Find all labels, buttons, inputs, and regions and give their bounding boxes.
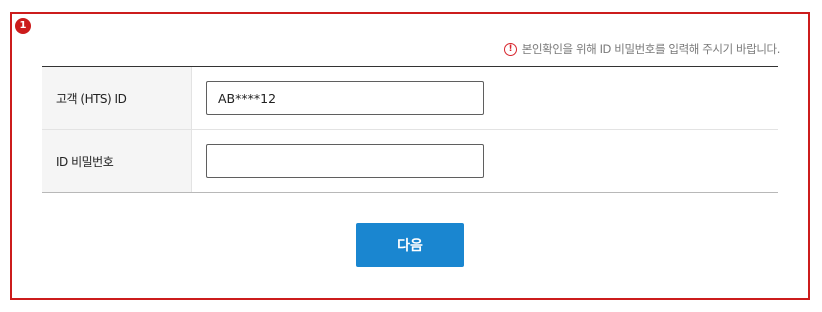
customer-id-input[interactable] [206,81,484,115]
notice-text: 본인확인을 위해 ID 비밀번호를 입력해 주시기 바랍니다. [521,42,781,56]
customer-id-label: 고객 (HTS) ID [42,67,192,129]
verification-notice: ! 본인확인을 위해 ID 비밀번호를 입력해 주시기 바랍니다. [503,41,781,57]
id-password-input[interactable] [206,144,484,178]
customer-id-cell [192,67,778,129]
annotation-badge: 1 [15,18,31,34]
login-form-table: 고객 (HTS) ID ID 비밀번호 [42,66,778,193]
id-password-cell [192,130,778,192]
form-row-customer-id: 고객 (HTS) ID [42,67,778,129]
next-button[interactable]: 다음 [356,223,464,267]
exclamation-circle-icon: ! [503,42,517,56]
form-row-id-password: ID 비밀번호 [42,129,778,192]
id-password-label: ID 비밀번호 [42,130,192,192]
